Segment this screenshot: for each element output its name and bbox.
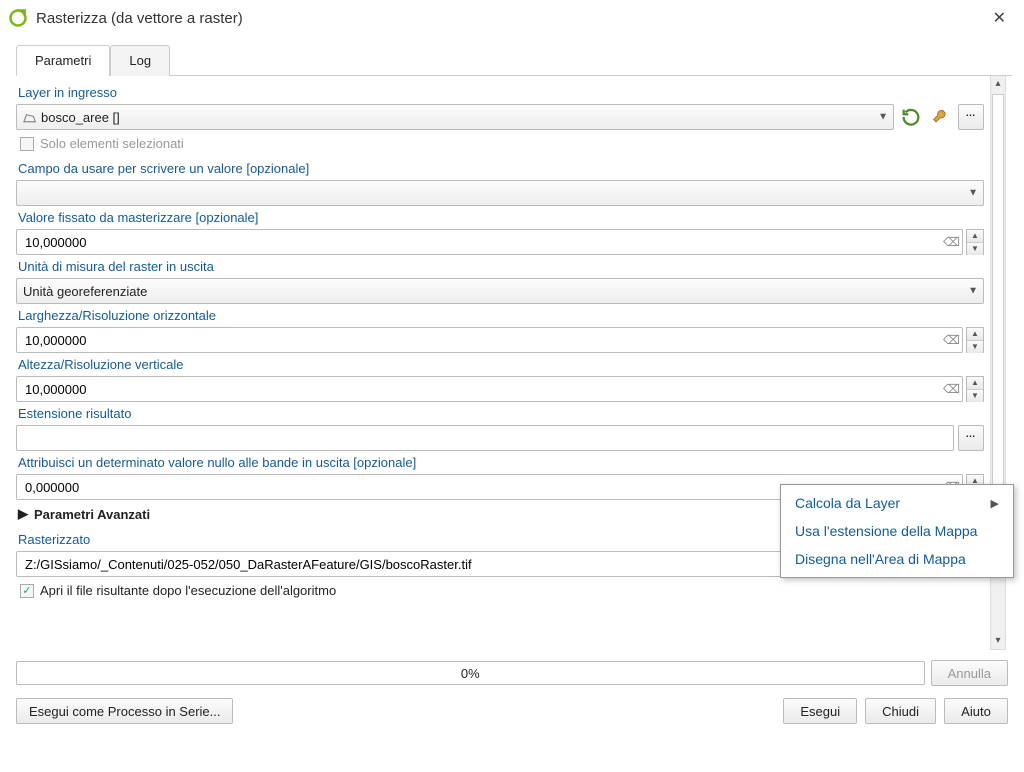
extent-input[interactable] [16,425,954,451]
triangle-right-icon: ▶ [18,506,28,522]
width-input-field[interactable] [23,332,938,349]
open-after-label: Apri il file risultante dopo l'esecuzion… [40,583,336,598]
clear-icon[interactable]: ⌫ [943,382,957,396]
help-button[interactable]: Aiuto [944,698,1008,724]
only-selected-label: Solo elementi selezionati [40,136,184,151]
advanced-label: Parametri Avanzati [34,507,150,522]
open-after-checkbox[interactable]: ✓ [20,584,34,598]
refresh-button[interactable] [898,104,924,130]
height-input[interactable]: ⌫ [16,376,963,402]
close-icon[interactable]: ✕ [987,8,1012,28]
layer-input-value: bosco_aree [] [41,110,120,125]
extent-context-menu: Calcola da Layer ▶ Usa l'estensione dell… [780,484,1014,578]
app-icon [8,8,28,28]
layer-more-button[interactable]: … [958,104,984,130]
extent-more-button[interactable]: … [958,425,984,451]
burn-input-field[interactable] [23,234,938,251]
ellipsis-icon: … [966,429,977,448]
clear-icon[interactable]: ⌫ [943,235,957,249]
height-spinner[interactable]: ▲▼ [966,376,984,402]
label-burn: Valore fissato da masterizzare [opzional… [16,206,984,229]
menu-use-map-extent[interactable]: Usa l'estensione della Mappa [781,517,1013,545]
window-title: Rasterizza (da vettore a raster) [36,10,987,27]
label-field: Campo da usare per scrivere un valore [o… [16,157,984,180]
cancel-button[interactable]: Annulla [931,660,1008,686]
label-layer-in: Layer in ingresso [16,81,984,104]
label-units: Unità di misura del raster in uscita [16,255,984,278]
tab-bar: Parametri Log [16,44,1012,76]
ellipsis-icon: … [966,108,977,127]
menu-calc-layer[interactable]: Calcola da Layer ▶ [781,489,1013,517]
titlebar: Rasterizza (da vettore a raster) ✕ [0,0,1024,38]
label-nodata: Attribuisci un determinato valore nullo … [16,451,984,474]
label-height: Altezza/Risoluzione verticale [16,353,984,376]
run-button[interactable]: Esegui [783,698,857,724]
progress-bar: 0% [16,661,925,685]
clear-icon[interactable]: ⌫ [943,333,957,347]
layer-input-combo[interactable]: bosco_aree [] ▼ [16,104,894,130]
close-button[interactable]: Chiudi [865,698,936,724]
label-width: Larghezza/Risoluzione orizzontale [16,304,984,327]
chevron-down-icon: ▼ [878,112,888,123]
burn-input[interactable]: ⌫ [16,229,963,255]
scroll-down-icon[interactable]: ▾ [991,633,1005,649]
units-combo[interactable]: Unità georeferenziate ▼ [16,278,984,304]
menu-draw-in-map[interactable]: Disegna nell'Area di Mappa [781,545,1013,573]
label-extent: Estensione risultato [16,402,984,425]
field-combo[interactable]: ▼ [16,180,984,206]
tab-parametri[interactable]: Parametri [16,45,110,76]
batch-button[interactable]: Esegui come Processo in Serie... [16,698,233,724]
height-input-field[interactable] [23,381,938,398]
only-selected-checkbox[interactable] [20,137,34,151]
submenu-arrow-icon: ▶ [991,497,999,510]
burn-spinner[interactable]: ▲▼ [966,229,984,255]
polygon-icon [23,111,37,123]
extent-input-field[interactable] [23,430,929,447]
tab-log[interactable]: Log [110,45,170,76]
width-input[interactable]: ⌫ [16,327,963,353]
progress-text: 0% [461,666,480,681]
chevron-down-icon: ▼ [968,188,978,199]
chevron-down-icon: ▼ [968,286,978,297]
wrench-button[interactable] [928,104,954,130]
width-spinner[interactable]: ▲▼ [966,327,984,353]
units-value: Unità georeferenziate [23,284,147,299]
scroll-up-icon[interactable]: ▴ [991,76,1005,92]
